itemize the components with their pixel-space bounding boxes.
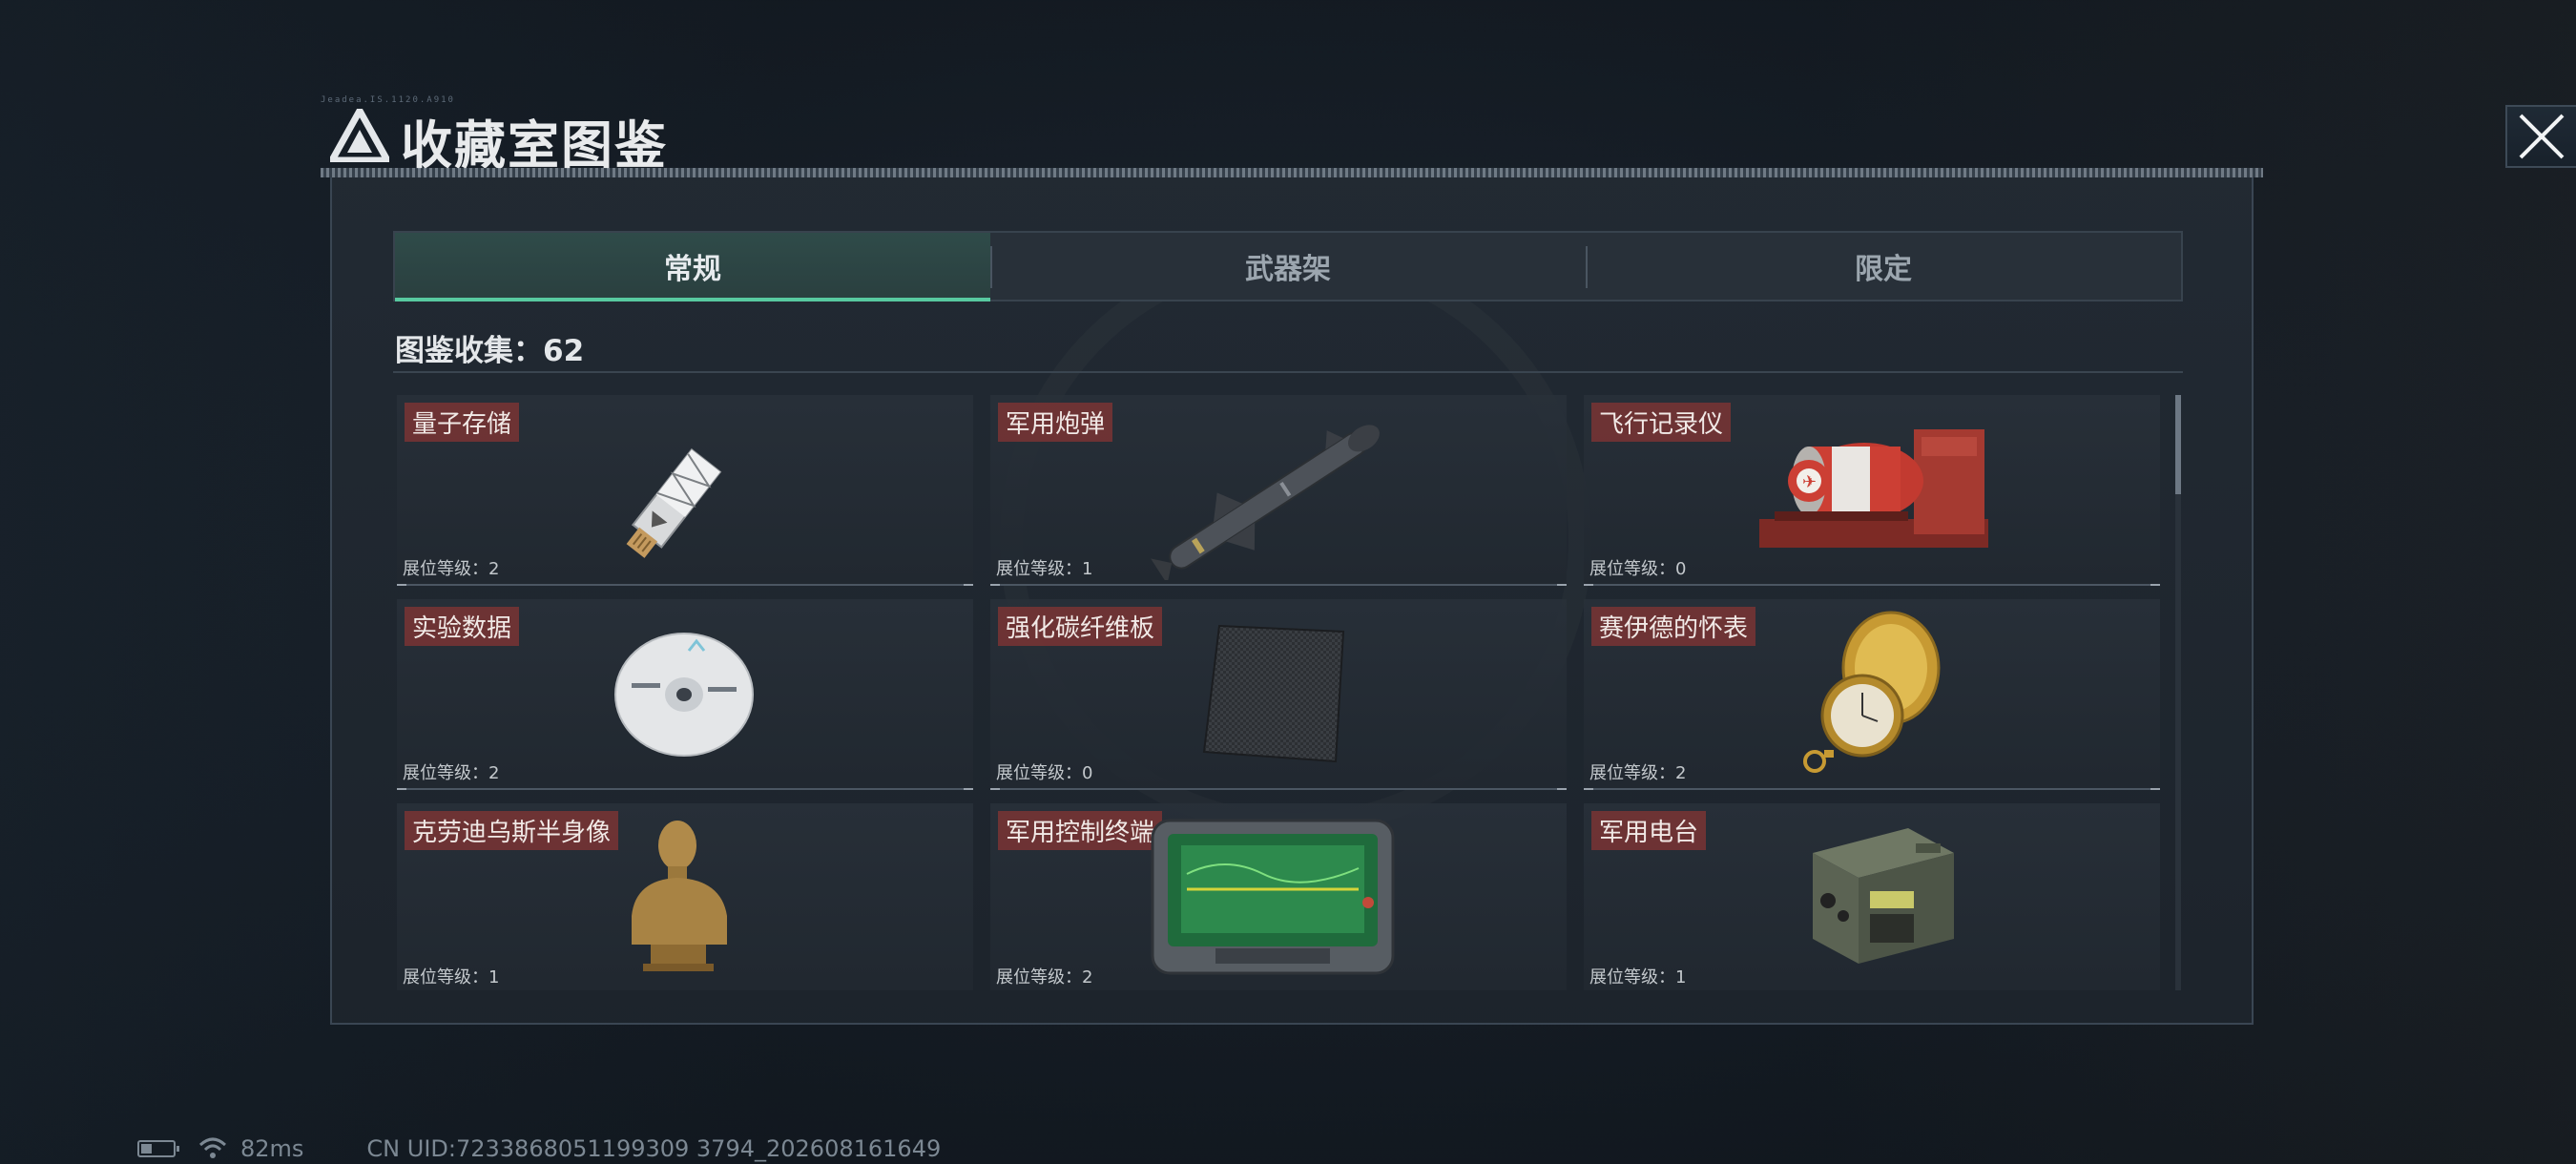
item-name: 强化碳纤维板 (998, 607, 1163, 646)
radio-icon (1813, 828, 1954, 964)
battery-fill (141, 1144, 152, 1154)
item-card-carbon-plate[interactable]: 强化碳纤维板 展位等级：0 (990, 599, 1567, 790)
missile-icon (1151, 425, 1380, 580)
item-grid: 量子存储 展位等级：2 军用炮弹 展位等级：1 飞行记录仪 ✈ 展位等级：0 实… (397, 395, 2160, 990)
ping-text: 82ms (240, 1135, 304, 1162)
disc-icon (614, 633, 754, 757)
control-terminal-icon (1151, 819, 1395, 975)
item-level: 展位等级：1 (1589, 967, 1687, 987)
item-name: 军用炮弹 (998, 403, 1113, 442)
close-icon (2519, 114, 2565, 159)
status-bar: 82ms CN UID:7233868051199309 3794_202608… (137, 1135, 941, 1162)
item-level: 展位等级：0 (996, 763, 1093, 783)
tab-bar: 常规 武器架 限定 (393, 231, 2183, 301)
battery-icon (137, 1140, 179, 1157)
uid-text: CN UID:7233868051199309 3794_20260816164… (366, 1135, 942, 1162)
card-underline (990, 584, 1567, 586)
item-name: 飞行记录仪 (1591, 403, 1732, 442)
card-underline (397, 788, 973, 790)
scrollbar-thumb[interactable] (2175, 395, 2181, 494)
item-level: 展位等级：2 (403, 559, 500, 579)
item-level: 展位等级：2 (1589, 763, 1687, 783)
card-underline (1584, 584, 2160, 586)
item-name: 克劳迪乌斯半身像 (405, 811, 619, 850)
item-card-military-shell[interactable]: 军用炮弹 展位等级：1 (990, 395, 1567, 586)
item-name: 实验数据 (405, 607, 520, 646)
header-divider (321, 168, 2263, 177)
scrollbar[interactable] (2175, 395, 2181, 990)
close-button[interactable] (2505, 105, 2576, 168)
card-underline (1584, 788, 2160, 790)
item-level: 展位等级：1 (996, 559, 1093, 579)
collection-count: 图鉴收集：62 (395, 334, 585, 368)
tab-regular[interactable]: 常规 (395, 233, 990, 301)
item-card-pocket-watch[interactable]: 赛伊德的怀表 展位等级：2 (1584, 599, 2160, 790)
card-underline (397, 584, 973, 586)
usb-drive-icon (626, 447, 722, 558)
item-name: 军用电台 (1591, 811, 1707, 850)
carbon-plate-icon (1202, 624, 1345, 763)
item-card-flight-recorder[interactable]: 飞行记录仪 ✈ 展位等级：0 (1584, 395, 2160, 586)
item-level: 展位等级：2 (996, 967, 1093, 987)
item-card-experiment-data[interactable]: 实验数据 展位等级：2 (397, 599, 973, 790)
tab-limited[interactable]: 限定 (1586, 233, 2181, 300)
item-level: 展位等级：2 (403, 763, 500, 783)
card-underline (990, 788, 1567, 790)
item-card-control-terminal[interactable]: 军用控制终端 展位等级：2 (990, 803, 1567, 990)
item-level: 展位等级：1 (403, 967, 500, 987)
tab-weapon-rack[interactable]: 武器架 (990, 233, 1586, 300)
item-name: 量子存储 (405, 403, 520, 442)
item-card-claudius-bust[interactable]: 克劳迪乌斯半身像 展位等级：1 (397, 803, 973, 990)
divider (393, 371, 2183, 373)
wifi-icon (198, 1137, 227, 1158)
item-name: 军用控制终端 (998, 811, 1163, 850)
svg-text:✈: ✈ (1802, 472, 1817, 492)
item-card-military-radio[interactable]: 军用电台 展位等级：1 (1584, 803, 2160, 990)
item-level: 展位等级：0 (1589, 559, 1687, 579)
item-card-quantum-storage[interactable]: 量子存储 展位等级：2 (397, 395, 973, 586)
flight-recorder-icon: ✈ (1759, 429, 1988, 548)
logo-icon (330, 109, 389, 162)
item-name: 赛伊德的怀表 (1591, 607, 1756, 646)
collection-panel: 常规 武器架 限定 图鉴收集：62 量子存储 展位等级：2 军用炮弹 展位等级：… (330, 177, 2254, 1025)
window-header: Jeadea.IS.1120.A910 收藏室图鉴 (321, 95, 2576, 177)
pocket-watch-icon (1803, 611, 1941, 773)
bust-icon (632, 821, 727, 971)
